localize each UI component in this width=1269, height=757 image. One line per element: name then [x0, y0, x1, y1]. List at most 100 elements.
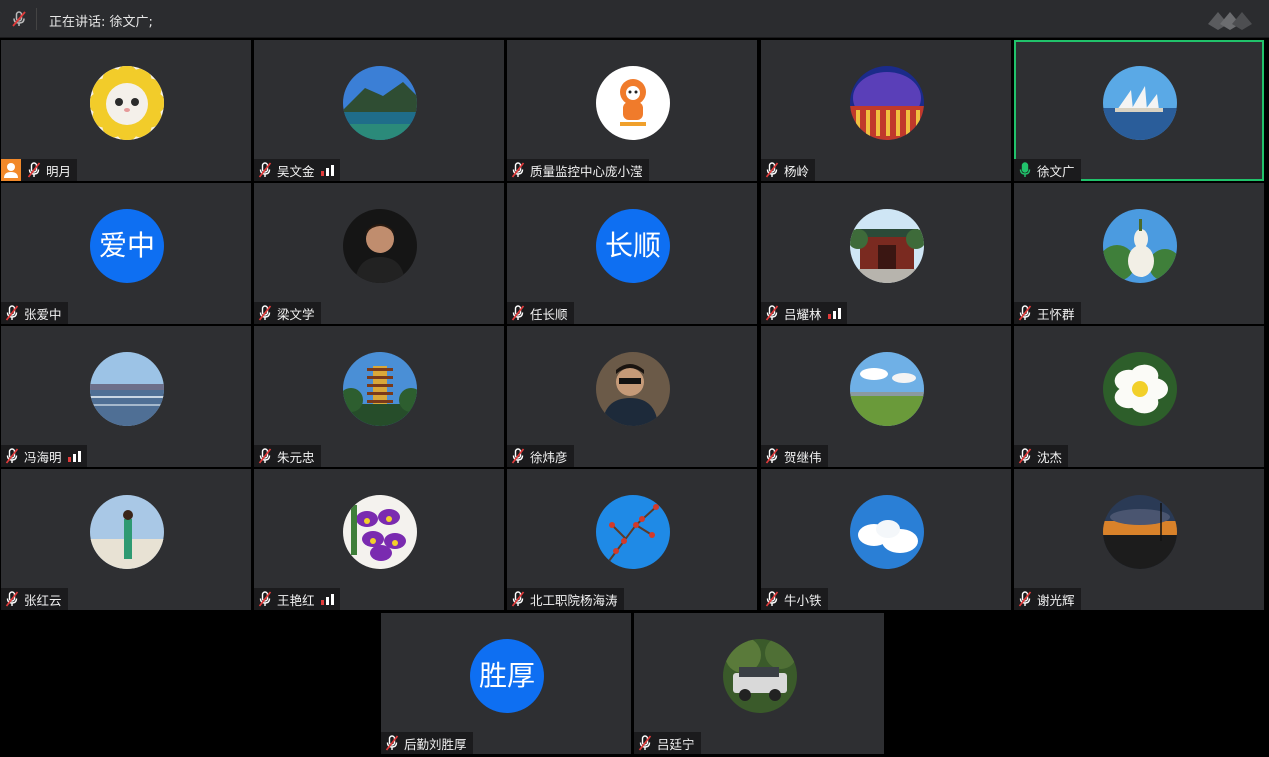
participant-name: 王怀群	[1037, 306, 1075, 322]
participant-tile[interactable]: 王怀群	[1014, 183, 1264, 324]
participant-tile[interactable]: 徐炜彦	[507, 326, 757, 467]
muted-mic-icon	[258, 591, 272, 607]
participant-tile[interactable]: 牛小铁	[761, 469, 1011, 610]
avatar	[343, 209, 417, 283]
avatar	[850, 66, 924, 140]
participant-tile[interactable]: 谢光辉	[1014, 469, 1264, 610]
muted-mic-icon	[5, 305, 19, 321]
muted-mic-icon[interactable]	[10, 10, 28, 28]
participant-name: 杨岭	[784, 163, 810, 179]
participant-tile[interactable]: 质量监控中心庞小滢	[507, 40, 757, 181]
participant-name: 吕廷宁	[657, 736, 695, 752]
name-label: 吕廷宁	[634, 732, 701, 754]
participant-name: 张爱中	[24, 306, 62, 322]
name-label: 明月	[1, 159, 78, 181]
participant-name: 任长顺	[530, 306, 568, 322]
participant-tile[interactable]: 朱元忠	[254, 326, 504, 467]
muted-mic-icon	[258, 162, 272, 178]
muted-mic-icon	[258, 305, 272, 321]
name-label: 张爱中	[1, 302, 68, 324]
participant-name: 徐文广	[1037, 163, 1075, 179]
muted-mic-icon	[1018, 591, 1032, 607]
participant-name: 后勤刘胜厚	[404, 736, 467, 752]
avatar	[850, 352, 924, 426]
participant-tile[interactable]: 长顺 任长顺	[507, 183, 757, 324]
participant-name: 牛小铁	[784, 592, 822, 608]
avatar	[596, 66, 670, 140]
signal-strength-icon	[827, 307, 841, 319]
app-logo-icon	[1208, 10, 1256, 30]
name-label: 吴文金	[254, 159, 340, 181]
top-bar: 正在讲话: 徐文广;	[0, 0, 1269, 38]
name-label: 王怀群	[1014, 302, 1081, 324]
muted-mic-icon	[765, 305, 779, 321]
muted-mic-icon	[385, 735, 399, 751]
avatar	[343, 495, 417, 569]
participant-name: 吕耀林	[784, 306, 822, 322]
participant-tile[interactable]: 沈杰	[1014, 326, 1264, 467]
avatar	[1103, 352, 1177, 426]
host-user-icon	[1, 159, 21, 181]
name-label: 徐文广	[1014, 159, 1081, 181]
participant-tile[interactable]: 爱中 张爱中	[1, 183, 251, 324]
active-speaker-text: 正在讲话: 徐文广;	[49, 15, 153, 30]
muted-mic-icon	[5, 591, 19, 607]
name-label: 杨岭	[761, 159, 816, 181]
muted-mic-icon	[511, 162, 525, 178]
participant-tile[interactable]: 王艳红	[254, 469, 504, 610]
avatar	[90, 66, 164, 140]
divider	[36, 8, 37, 30]
avatar	[850, 495, 924, 569]
name-label: 牛小铁	[761, 588, 828, 610]
avatar	[596, 352, 670, 426]
name-label: 北工职院杨海涛	[507, 588, 624, 610]
name-label: 后勤刘胜厚	[381, 732, 473, 754]
name-label: 任长顺	[507, 302, 574, 324]
participant-tile[interactable]: 吕耀林	[761, 183, 1011, 324]
name-label: 徐炜彦	[507, 445, 574, 467]
name-label: 张红云	[1, 588, 68, 610]
participant-name: 吴文金	[277, 163, 315, 179]
muted-mic-icon	[5, 448, 19, 464]
name-label: 朱元忠	[254, 445, 321, 467]
participant-tile[interactable]: 贺继伟	[761, 326, 1011, 467]
participant-name: 冯海明	[24, 449, 62, 465]
participant-name: 明月	[46, 163, 72, 179]
muted-mic-icon	[258, 448, 272, 464]
muted-mic-icon	[765, 448, 779, 464]
participant-tile[interactable]: 冯海明	[1, 326, 251, 467]
participant-tile[interactable]: 吴文金	[254, 40, 504, 181]
participant-tile[interactable]: 张红云	[1, 469, 251, 610]
participant-name: 北工职院杨海涛	[530, 592, 618, 608]
name-label: 吕耀林	[761, 302, 847, 324]
participant-name: 谢光辉	[1037, 592, 1075, 608]
participant-tile[interactable]: 胜厚 后勤刘胜厚	[381, 613, 631, 754]
muted-mic-icon	[638, 735, 652, 751]
participant-tile[interactable]: 明月	[1, 40, 251, 181]
participant-name: 梁文学	[277, 306, 315, 322]
participant-tile[interactable]: 梁文学	[254, 183, 504, 324]
participant-tile[interactable]: 北工职院杨海涛	[507, 469, 757, 610]
avatar-initials: 长顺	[596, 209, 670, 283]
participant-tile[interactable]: 吕廷宁	[634, 613, 884, 754]
participant-tile[interactable]: 徐文广	[1014, 40, 1264, 181]
signal-strength-icon	[67, 450, 81, 462]
signal-strength-icon	[320, 593, 334, 605]
avatar	[1103, 209, 1177, 283]
avatar	[596, 495, 670, 569]
participant-tile[interactable]: 杨岭	[761, 40, 1011, 181]
avatar	[1103, 66, 1177, 140]
avatar	[850, 209, 924, 283]
avatar-initials: 胜厚	[470, 639, 544, 713]
avatar	[723, 639, 797, 713]
muted-mic-icon	[511, 591, 525, 607]
avatar	[1103, 495, 1177, 569]
participant-name: 沈杰	[1037, 449, 1063, 465]
participant-name: 王艳红	[277, 592, 315, 608]
muted-mic-icon	[1018, 448, 1032, 464]
name-label: 冯海明	[1, 445, 87, 467]
meeting-window: 正在讲话: 徐文广; 明月 吴文金 质量监控中心庞小滢 杨岭 徐文广 爱中 张爱…	[0, 0, 1269, 757]
participant-name: 朱元忠	[277, 449, 315, 465]
avatar	[343, 352, 417, 426]
avatar-initials: 爱中	[90, 209, 164, 283]
